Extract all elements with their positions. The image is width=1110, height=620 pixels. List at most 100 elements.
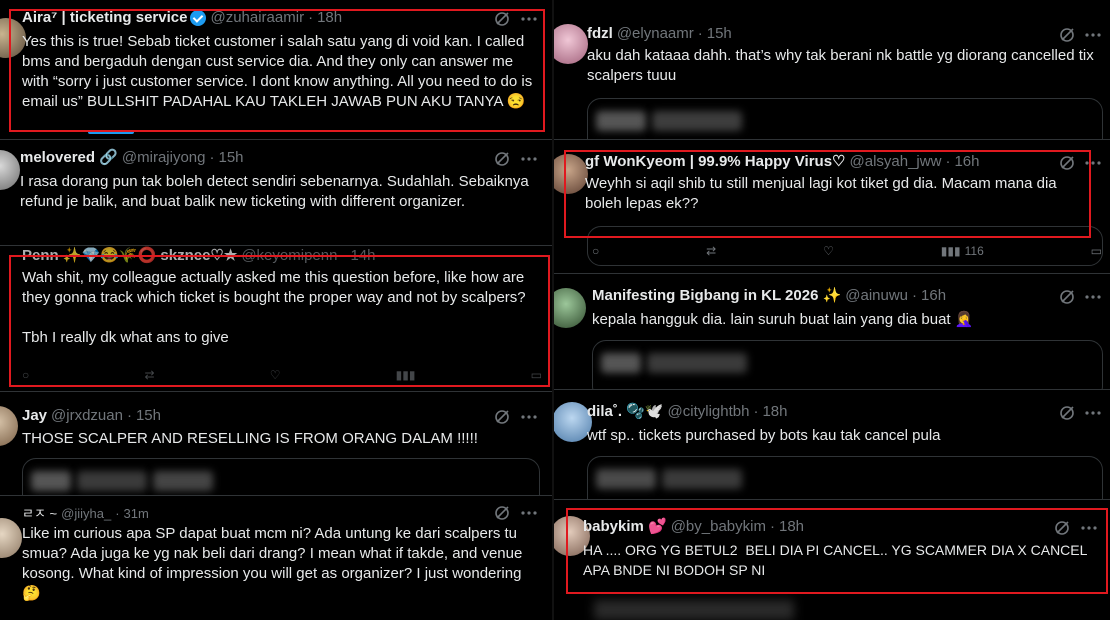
separator-dot: · bbox=[697, 25, 703, 42]
avatar[interactable] bbox=[0, 406, 18, 446]
display-name[interactable]: Manifesting Bigbang in KL 2026 ✨ bbox=[592, 286, 841, 306]
reply-tweet[interactable]: melovered 🔗 @mirajiyong · 15h I rasa dor… bbox=[0, 140, 552, 246]
reply-tweet[interactable]: babykim 💕 @by_babykim · 18h HA .... ORG … bbox=[554, 500, 1110, 620]
reply-tweet[interactable]: Penn ✨💎😂🌾⭕ skznee♡★ @keyomipenn · 14h Wa… bbox=[0, 246, 552, 392]
tweet-header: dila˚. 🫧🕊️ @citylightbh · 18h bbox=[587, 402, 788, 422]
avatar[interactable] bbox=[554, 154, 588, 194]
display-name[interactable]: babykim 💕 bbox=[583, 517, 667, 537]
user-handle[interactable]: @elynaamr bbox=[617, 24, 694, 44]
grok-icon[interactable] bbox=[494, 409, 510, 425]
tweet-text: I rasa dorang pun tak boleh detect sendi… bbox=[20, 173, 533, 210]
more-options-icon[interactable] bbox=[1084, 404, 1102, 422]
timestamp[interactable]: 16h bbox=[921, 286, 946, 306]
avatar[interactable] bbox=[0, 518, 22, 558]
retweet-icon[interactable]: ⇄ bbox=[144, 368, 154, 382]
user-handle[interactable]: @by_babykim bbox=[671, 517, 766, 537]
verified-badge-icon bbox=[190, 10, 207, 26]
timestamp[interactable]: 18h bbox=[762, 402, 787, 422]
more-options-icon[interactable] bbox=[1080, 519, 1098, 537]
tweet-text: aku dah kataaa dahh. that’s why tak bera… bbox=[587, 47, 1098, 84]
grok-icon[interactable] bbox=[494, 151, 510, 167]
tweet-actions: ○ ⇄ ♡ ▮▮▮ ▭ bbox=[22, 368, 542, 382]
reply-tweet[interactable]: fdzl @elynaamr · 15h aku dah kataaa dahh… bbox=[554, 0, 1110, 140]
reply-tweet[interactable]: Aira⁷ | ticketing service @zuhairaamir ·… bbox=[0, 0, 552, 140]
timestamp[interactable]: 15h bbox=[136, 406, 161, 426]
grok-icon[interactable] bbox=[494, 505, 510, 521]
quoted-media-card[interactable] bbox=[22, 458, 540, 495]
left-reply-column: Aira⁷ | ticketing service @zuhairaamir ·… bbox=[0, 0, 552, 620]
tweet-header: babykim 💕 @by_babykim · 18h bbox=[583, 517, 804, 537]
quoted-media-card[interactable] bbox=[592, 340, 1103, 389]
views-button[interactable]: ▮▮▮ 116 bbox=[941, 244, 984, 258]
reply-icon[interactable]: ○ bbox=[22, 368, 29, 382]
like-icon[interactable]: ♡ bbox=[270, 368, 281, 382]
tweet-header: gf WonKyeom | 99.9% Happy Virus♡ @alsyah… bbox=[585, 152, 979, 172]
timestamp[interactable]: 14h bbox=[350, 246, 375, 266]
timestamp[interactable]: 31m bbox=[124, 504, 149, 524]
user-handle[interactable]: @ainuwu bbox=[845, 286, 908, 306]
user-handle[interactable]: @jiiyha_ bbox=[61, 504, 111, 524]
more-options-icon[interactable] bbox=[1084, 26, 1102, 44]
timestamp[interactable]: 15h bbox=[707, 24, 732, 44]
tweet-header: melovered 🔗 @mirajiyong · 15h bbox=[20, 148, 244, 168]
grok-icon[interactable] bbox=[1059, 405, 1075, 421]
reply-tweet[interactable]: gf WonKyeom | 99.9% Happy Virus♡ @alsyah… bbox=[554, 140, 1110, 274]
more-options-icon[interactable] bbox=[520, 504, 538, 522]
display-name[interactable]: ㄹㅈ ~ bbox=[22, 504, 57, 524]
grok-icon[interactable] bbox=[1054, 520, 1070, 536]
display-name[interactable]: gf WonKyeom | 99.9% Happy Virus♡ bbox=[585, 152, 846, 172]
separator-dot: · bbox=[753, 403, 759, 420]
reply-icon[interactable]: ○ bbox=[592, 244, 599, 258]
user-handle[interactable]: @citylightbh bbox=[668, 402, 750, 422]
blurred-content bbox=[594, 600, 794, 620]
more-options-icon[interactable] bbox=[520, 10, 538, 28]
bookmark-icon[interactable]: ▭ bbox=[531, 368, 542, 382]
user-handle[interactable]: @mirajiyong bbox=[122, 148, 206, 168]
grok-icon[interactable] bbox=[494, 11, 510, 27]
blurred-content bbox=[601, 353, 641, 373]
display-name[interactable]: Penn ✨💎😂🌾⭕ skznee♡★ bbox=[22, 246, 237, 266]
display-name[interactable]: Jay bbox=[22, 406, 47, 426]
bookmark-icon[interactable]: ▭ bbox=[1091, 244, 1102, 258]
reply-tweet[interactable]: Manifesting Bigbang in KL 2026 ✨ @ainuwu… bbox=[554, 274, 1110, 390]
more-options-icon[interactable] bbox=[1084, 288, 1102, 306]
display-name[interactable]: fdzl bbox=[587, 24, 613, 44]
views-icon: ▮▮▮ bbox=[940, 244, 961, 258]
avatar[interactable] bbox=[0, 150, 20, 190]
tweet-header: fdzl @elynaamr · 15h bbox=[587, 24, 732, 44]
display-name[interactable]: melovered 🔗 bbox=[20, 148, 118, 168]
like-icon[interactable]: ♡ bbox=[823, 244, 834, 258]
quoted-media-card[interactable] bbox=[587, 98, 1103, 139]
avatar[interactable] bbox=[554, 288, 586, 328]
reply-tweet[interactable]: Jay @jrxdzuan · 15h THOSE SCALPER AND RE… bbox=[0, 392, 552, 496]
retweet-icon[interactable]: ⇄ bbox=[706, 244, 716, 258]
blurred-content bbox=[77, 471, 147, 491]
timestamp[interactable]: 15h bbox=[218, 148, 243, 168]
user-handle[interactable]: @alsyah_jww bbox=[850, 152, 942, 172]
tweet-text: kepala hangguk dia. lain suruh buat lain… bbox=[592, 311, 974, 328]
reply-tweet[interactable]: dila˚. 🫧🕊️ @citylightbh · 18h wtf sp.. t… bbox=[554, 390, 1110, 500]
user-handle[interactable]: @zuhairaamir bbox=[210, 8, 304, 28]
user-handle[interactable]: @keyomipenn bbox=[241, 246, 337, 266]
views-icon[interactable]: ▮▮▮ bbox=[396, 368, 416, 382]
timestamp[interactable]: 16h bbox=[954, 152, 979, 172]
grok-icon[interactable] bbox=[1059, 289, 1075, 305]
quoted-media-card[interactable] bbox=[587, 456, 1103, 499]
timestamp[interactable]: 18h bbox=[317, 8, 342, 28]
tweet-header: Manifesting Bigbang in KL 2026 ✨ @ainuwu… bbox=[592, 286, 946, 306]
tweet-header: ㄹㅈ ~ @jiiyha_ · 31m bbox=[22, 504, 149, 524]
grok-icon[interactable] bbox=[1059, 155, 1075, 171]
tweet-header: Penn ✨💎😂🌾⭕ skznee♡★ @keyomipenn · 14h bbox=[22, 246, 375, 266]
right-reply-column: fdzl @elynaamr · 15h aku dah kataaa dahh… bbox=[554, 0, 1110, 620]
timestamp[interactable]: 18h bbox=[779, 517, 804, 537]
display-name[interactable]: dila˚. 🫧🕊️ bbox=[587, 402, 664, 422]
reply-tweet[interactable]: ㄹㅈ ~ @jiiyha_ · 31m Like im curious apa … bbox=[0, 496, 552, 620]
avatar[interactable] bbox=[554, 24, 588, 64]
user-handle[interactable]: @jrxdzuan bbox=[51, 406, 123, 426]
more-options-icon[interactable] bbox=[1084, 154, 1102, 172]
more-options-icon[interactable] bbox=[520, 408, 538, 426]
display-name[interactable]: Aira⁷ | ticketing service bbox=[22, 8, 187, 28]
grok-icon[interactable] bbox=[1059, 27, 1075, 43]
more-options-icon[interactable] bbox=[520, 150, 538, 168]
blurred-avatar bbox=[31, 471, 71, 491]
